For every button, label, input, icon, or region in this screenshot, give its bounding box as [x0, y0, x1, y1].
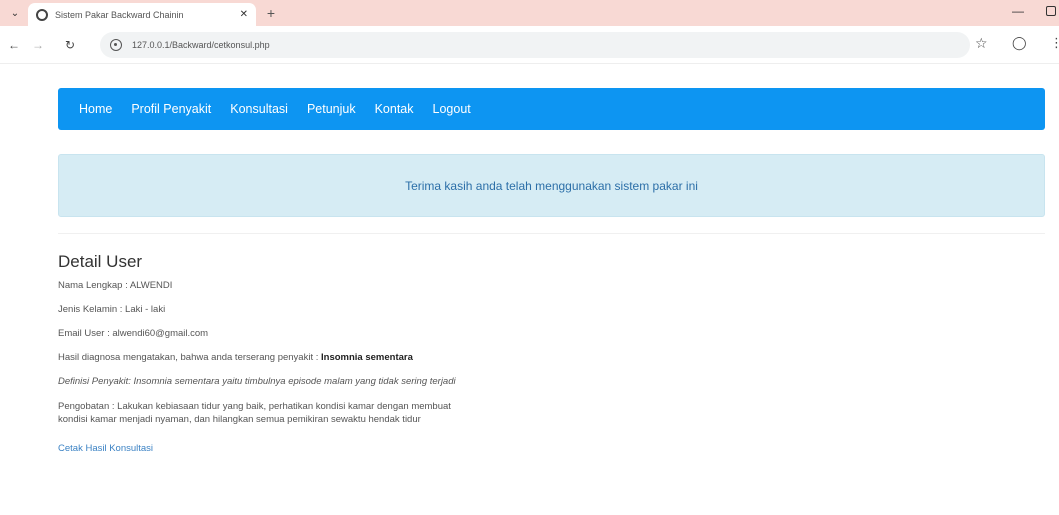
treatment-line-2: kondisi kamar menjadi nyaman, dan hilang…: [58, 414, 421, 425]
favicon-icon: [36, 8, 48, 21]
nav-home[interactable]: Home: [79, 102, 112, 116]
bookmark-star-icon[interactable]: ☆: [975, 35, 988, 52]
maximize-icon[interactable]: [1046, 6, 1056, 16]
diagnosis-disease: Insomnia sementara: [321, 352, 413, 363]
address-bar[interactable]: 127.0.0.1/Backward/cetkonsul.php: [100, 32, 970, 58]
diagnosis-prefix: Hasil diagnosa mengatakan, bahwa anda te…: [58, 352, 319, 363]
nav-kontak[interactable]: Kontak: [375, 102, 414, 116]
detail-section: Detail User Nama Lengkap : ALWENDI Jenis…: [58, 252, 618, 456]
url-text[interactable]: 127.0.0.1/Backward/cetkonsul.php: [132, 40, 270, 50]
print-result-link[interactable]: Cetak Hasil Konsultasi: [58, 443, 153, 454]
browser-menu-icon[interactable]: ⋮: [1050, 35, 1059, 51]
tab-search-chevron-icon[interactable]: ⌄: [6, 4, 24, 22]
nav-konsultasi[interactable]: Konsultasi: [230, 102, 288, 116]
tab-title: Sistem Pakar Backward Chainin: [55, 9, 184, 20]
nav-logout[interactable]: Logout: [433, 102, 471, 116]
back-icon[interactable]: ←: [6, 37, 22, 53]
diagnosis-result: Hasil diagnosa mengatakan, bahwa anda te…: [58, 352, 618, 364]
user-gender: Jenis Kelamin : Laki - laki: [58, 304, 166, 315]
nav-profil-penyakit[interactable]: Profil Penyakit: [131, 102, 211, 116]
extensions-icon[interactable]: ◯: [1012, 35, 1027, 51]
thank-you-alert: Terima kasih anda telah menggunakan sist…: [58, 154, 1045, 217]
browser-tab[interactable]: Sistem Pakar Backward Chainin ✕: [28, 3, 256, 26]
treatment-text: Pengobatan : Lakukan kebiasaan tidur yan…: [58, 400, 618, 426]
treatment-line-1: Pengobatan : Lakukan kebiasaan tidur yan…: [58, 401, 451, 412]
site-info-icon[interactable]: [110, 39, 122, 51]
user-email: Email User : alwendi60@gmail.com: [58, 328, 209, 339]
detail-title: Detail User: [58, 252, 143, 271]
forward-icon[interactable]: →: [30, 37, 46, 53]
alert-message: Terima kasih anda telah menggunakan sist…: [405, 178, 698, 193]
browser-tab-bar: ⌄ Sistem Pakar Backward Chainin ✕ + —: [0, 0, 1059, 26]
reload-icon[interactable]: ↻: [62, 37, 78, 53]
new-tab-icon[interactable]: +: [262, 4, 280, 22]
divider: [58, 233, 1045, 234]
user-name: Nama Lengkap : ALWENDI: [58, 280, 173, 291]
nav-petunjuk[interactable]: Petunjuk: [307, 102, 356, 116]
browser-toolbar: ← → ↻ 127.0.0.1/Backward/cetkonsul.php ☆…: [0, 26, 1059, 64]
minimize-icon[interactable]: —: [1012, 4, 1024, 18]
main-navbar: Home Profil Penyakit Konsultasi Petunjuk…: [58, 88, 1045, 130]
tab-close-icon[interactable]: ✕: [240, 9, 248, 20]
disease-definition: Definisi Penyakit: Insomnia sementara ya…: [58, 376, 456, 387]
